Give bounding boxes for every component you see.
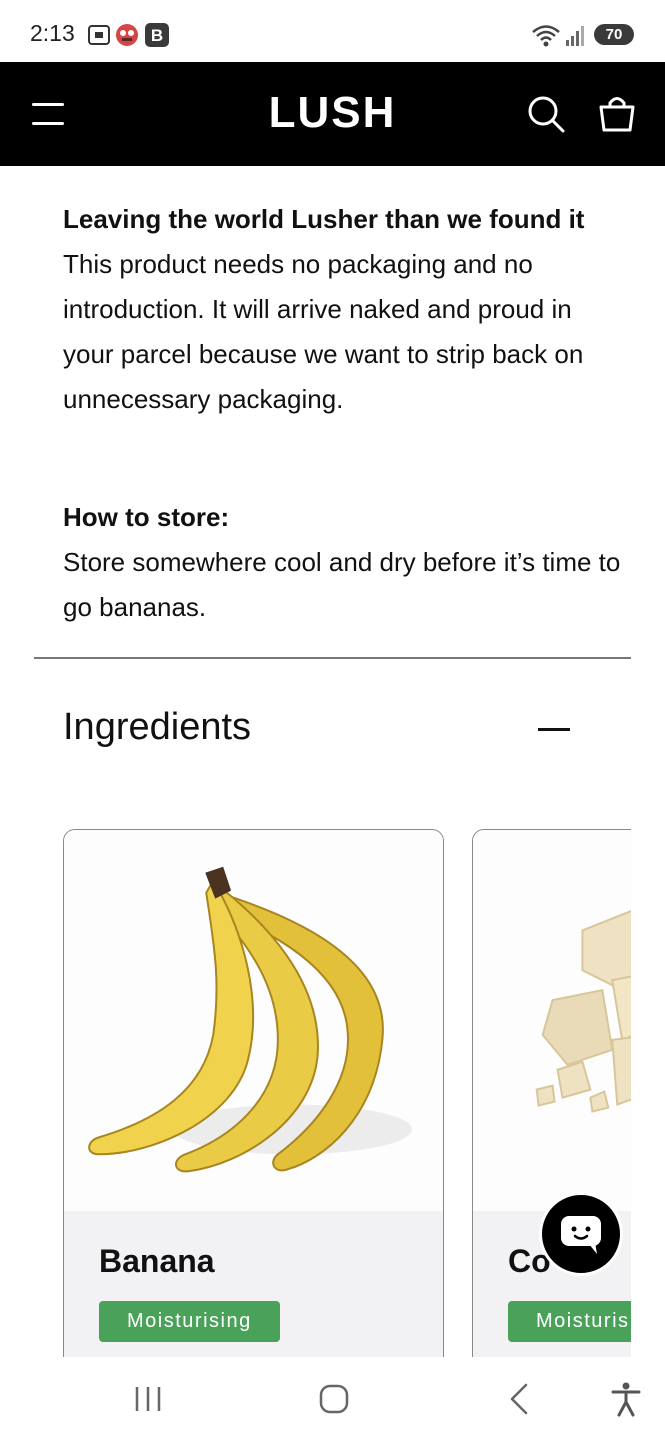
storage-body: Store somewhere cool and dry before it’s…	[63, 547, 621, 622]
ingredients-carousel[interactable]: Banana Moisturising Co Moisturis	[63, 829, 631, 1357]
profile-icon	[116, 24, 138, 46]
cocoa-butter-image	[473, 830, 631, 1211]
accessibility-icon[interactable]	[604, 1377, 648, 1421]
packaging-heading: Leaving the world Lusher than we found i…	[63, 204, 585, 234]
shopping-bag-icon[interactable]	[596, 92, 638, 134]
ingredient-card-body: Banana Moisturising	[64, 1211, 443, 1357]
ingredient-card-cocoa[interactable]: Co Moisturis	[472, 829, 631, 1357]
recent-apps-icon[interactable]	[126, 1377, 170, 1421]
status-time: 2:13	[30, 20, 75, 46]
ingredient-tag[interactable]: Moisturis	[508, 1301, 631, 1342]
minus-icon[interactable]	[536, 712, 572, 748]
home-icon[interactable]	[312, 1377, 356, 1421]
svg-text:B: B	[151, 26, 163, 45]
chat-button[interactable]	[539, 1192, 623, 1276]
signal-icon	[566, 26, 584, 46]
banana-image	[64, 830, 443, 1211]
screenshot-icon	[88, 25, 110, 45]
app-header: LUSH	[0, 62, 665, 166]
ingredients-title[interactable]: Ingredients	[63, 706, 251, 749]
storage-heading: How to store:	[63, 502, 230, 532]
system-nav-bar	[0, 1357, 665, 1440]
ingredient-name: Banana	[99, 1243, 215, 1279]
packaging-body: This product needs no packaging and no i…	[63, 249, 584, 414]
status-bar: 2:13 B 70	[0, 0, 665, 62]
back-icon[interactable]	[498, 1377, 542, 1421]
search-icon[interactable]	[526, 94, 566, 134]
b-app-icon: B	[145, 23, 169, 47]
wifi-icon	[532, 25, 560, 47]
storage-section: How to store: Store somewhere cool and d…	[63, 495, 623, 630]
battery-indicator: 70	[594, 24, 634, 45]
ingredient-tag[interactable]: Moisturising	[99, 1301, 280, 1342]
ingredient-card-banana[interactable]: Banana Moisturising	[63, 829, 444, 1357]
packaging-section: Leaving the world Lusher than we found i…	[63, 197, 623, 422]
chat-bubble-icon	[561, 1216, 601, 1254]
section-divider	[34, 657, 631, 659]
